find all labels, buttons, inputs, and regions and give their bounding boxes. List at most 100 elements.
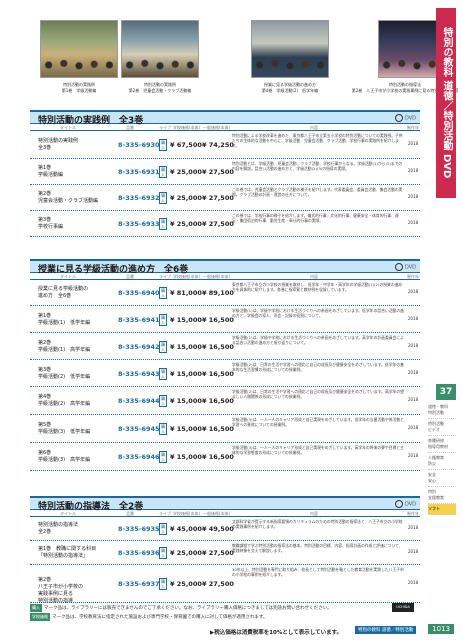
general-price: ¥ 49,500 xyxy=(202,525,234,533)
product-row[interactable]: 特別活動の指導法 全2巻 8-335-6935 購入 ¥ 45,000 ¥ 49,500… xyxy=(30,517,420,541)
production-year: 2018 xyxy=(408,342,419,348)
product-title: 第3巻 学級活動(2) 低学年編 xyxy=(38,366,91,380)
purchase-tag: 購入 xyxy=(30,604,42,612)
product-row[interactable]: 第2巻 学級活動(1) 高学年編 8-335-6942 購入 ¥ 15,000 ¥ 16… xyxy=(30,333,420,360)
product-description: 特別活動とは、学級活動、児童会活動、クラブ活動、学校行事からなる。学級活動(1)… xyxy=(232,161,403,172)
photo-strip: 特別活動の実践例 第1巻 学級活動編 特別活動の実践例 第2巻 児童会活動・クラ… xyxy=(6,20,458,106)
product-row[interactable]: 第1巻 教職に関する科目 「特別活動の指導法」 8-335-6936 購入 ¥ 25,… xyxy=(30,541,420,565)
dvd-badge: DVD xyxy=(394,500,416,508)
product-row[interactable]: 特別活動の実践例 全3巻 8-335-6930 購入 ¥ 67,500 ¥ 74,250… xyxy=(30,131,420,159)
school-price: ¥ 15,000 xyxy=(170,369,202,378)
purchase-badge: 購入 xyxy=(159,523,167,535)
disc-icon xyxy=(394,500,403,508)
page-number: 1013 xyxy=(428,624,454,634)
section-header: 特別活動の指導法 全2巻 DVD xyxy=(30,496,420,512)
side-index-item[interactable]: 各種研修 指導用教材 xyxy=(428,436,456,453)
product-row[interactable]: 第4巻 学級活動(2) 高学年編 8-335-6944 購入 ¥ 15,000 ¥ 16… xyxy=(30,387,420,415)
product-code: 8-335-6930 xyxy=(118,141,160,149)
general-price: ¥ 27,500 xyxy=(202,168,234,176)
production-year: 2018 xyxy=(408,141,419,146)
product-row[interactable]: 第5巻 学級活動(3) 低学年編 8-335-6945 購入 ¥ 15,000 ¥ 16… xyxy=(30,415,420,443)
product-code: 8-335-6941 xyxy=(118,315,160,324)
brand-logo: UCHIDA xyxy=(392,603,414,612)
footer-category-label: 特別の教科 道徳／特別活動 xyxy=(355,626,417,634)
product-description: 学級活動(2)は、日常の生活や学習への適応と自己の成長及び健康安全をめざしていま… xyxy=(232,389,404,400)
purchase-badge: 購入 xyxy=(159,367,167,380)
photo-classroom xyxy=(251,20,329,78)
production-year: 2018 xyxy=(408,289,419,294)
side-index-item[interactable]: 人権教育 防災 xyxy=(428,453,456,470)
product-description: 学級活動(2)は、日常の生活や学習への適応と自己の成長及び健康安全をめざしていま… xyxy=(232,362,404,373)
product-title: 第6巻 学級活動(3) 高学年編 xyxy=(38,450,91,463)
product-row[interactable]: 第3巻 学級活動(2) 低学年編 8-335-6943 購入 ¥ 15,000 ¥ 16… xyxy=(30,360,420,387)
purchase-badge: 購入 xyxy=(159,451,167,463)
production-year: 2018 xyxy=(408,453,419,458)
school-price: ¥ 25,000 xyxy=(170,168,202,176)
production-year: 2018 xyxy=(408,549,419,554)
product-row[interactable]: 第6巻 学級活動(3) 高学年編 8-335-6946 購入 ¥ 15,000 ¥ 16… xyxy=(30,443,420,471)
side-index-item[interactable]: 特別 支援教育 xyxy=(428,487,456,504)
general-price: ¥ 27,500 xyxy=(202,580,234,588)
product-description: 教職課程で学ぶ特別活動の指導法の基本。特別活動の目標、内容、指導計画の作成と評価… xyxy=(232,543,403,554)
footnote-1: マーク品は、ライブラリーには販売できませんのでご了承ください。なお、ライブラリー… xyxy=(44,606,332,611)
production-year: 2018 xyxy=(408,315,419,321)
product-title: 第1巻 学級活動(1) 低学年編 xyxy=(38,312,91,326)
product-title: 第1巻 学級活動編 xyxy=(38,165,64,178)
disc-icon xyxy=(394,114,403,122)
product-row[interactable]: 第1巻 学級活動編 8-335-6931 購入 ¥ 25,000 ¥ 27,500 特別活… xyxy=(30,159,420,185)
general-price: ¥ 16,500 xyxy=(202,342,234,351)
general-price: ¥ 16,500 xyxy=(202,453,234,461)
school-price: ¥ 15,000 xyxy=(170,425,202,433)
photo-caption: 授業に見る学級活動の進め方 第4巻 学級活動(2) 低学年編 xyxy=(261,82,319,93)
general-price: ¥ 27,500 xyxy=(202,549,234,557)
production-year: 2018 xyxy=(408,580,419,585)
product-title: 特別活動の指導法 全2巻 xyxy=(38,522,79,535)
disc-icon xyxy=(394,263,403,271)
side-page-number: 37 xyxy=(436,384,456,400)
school-price: ¥ 15,000 xyxy=(170,315,202,324)
side-index-item-active[interactable]: ソフト xyxy=(428,504,456,515)
footnote-2: マーク品は、学校教育法に指定された施設および専門学校・保育園での購入に対して価格… xyxy=(52,615,268,620)
production-year: 2018 xyxy=(408,525,419,530)
product-row[interactable]: 授業に見る学級活動の 進め方 全6巻 8-335-6940 購入 ¥ 81,000 ¥ … xyxy=(30,280,420,306)
photo-caption: 特別活動の実践例 第2巻 児童会活動・クラブ活動編 xyxy=(128,82,192,93)
product-row[interactable]: 第1巻 学級活動(1) 低学年編 8-335-6941 購入 ¥ 15,000 ¥ 16… xyxy=(30,306,420,333)
school-price-tag: 学校価格 xyxy=(30,613,50,621)
product-row[interactable]: 第2巻 児童会活動・クラブ活動編 8-335-6932 購入 ¥ 25,000 ¥ 27… xyxy=(30,185,420,211)
product-code: 8-335-6943 xyxy=(118,369,160,378)
purchase-badge: 購入 xyxy=(159,218,167,230)
product-title: 第2巻 児童会活動・クラブ活動編 xyxy=(38,191,99,204)
side-index-item[interactable]: 安全 安心 xyxy=(428,470,456,487)
production-year: 2018 xyxy=(408,168,419,173)
general-price: ¥ 16,500 xyxy=(202,369,234,378)
general-price: ¥ 16,500 xyxy=(202,425,234,433)
product-code: 8-335-6933 xyxy=(118,220,160,228)
production-year: 2018 xyxy=(408,425,419,430)
school-price: ¥ 15,000 xyxy=(170,453,202,461)
product-title: 授業に見る学級活動の 進め方 全6巻 xyxy=(38,286,89,299)
general-price: ¥ 74,250 xyxy=(202,141,234,149)
product-code: 8-335-6945 xyxy=(118,425,160,433)
product-title: 第2巻 学級活動(1) 高学年編 xyxy=(38,339,91,353)
production-year: 2018 xyxy=(408,220,419,225)
tax-note: ▶税込価格は消費税率を10%として表示しています。 xyxy=(210,630,343,636)
product-row[interactable]: 第2巻 八王子市が小学校の 実践事例に見る 特別活動の指導 8-335-6937 購… xyxy=(30,565,420,604)
side-index-item[interactable]: 特別活動 ビデオ xyxy=(428,419,456,436)
section-header: 授業に見る学級活動の進め方 全6巻 DVD xyxy=(30,259,420,275)
section-header: 特別活動の実践例 全3巻 DVD xyxy=(30,110,420,126)
side-index-item[interactable]: 道徳・教科 特別活動 xyxy=(428,402,456,419)
purchase-badge: 購入 xyxy=(159,395,167,407)
production-year: 2018 xyxy=(408,194,419,199)
product-description: 30年以上、特別活動を専門に取り組み、校長として特別活動を軸とした教育活動を実践… xyxy=(232,567,404,578)
school-price: ¥ 25,000 xyxy=(170,220,202,228)
general-price: ¥ 27,500 xyxy=(202,220,234,228)
school-price: ¥ 15,000 xyxy=(170,342,202,351)
photo-caption: 特別活動の実践例 第1巻 学級活動編 xyxy=(61,82,97,93)
product-description: 学級活動(3)は、一人一人のキャリア形成と自己実現をめざしています。低学年の当番… xyxy=(232,417,404,428)
dvd-badge: DVD xyxy=(394,263,416,271)
product-code: 8-335-6940 xyxy=(118,289,160,297)
school-price: ¥ 67,500 xyxy=(170,141,202,149)
product-code: 8-335-6942 xyxy=(118,342,160,351)
product-row[interactable]: 第3巻 学校行事編 8-335-6933 購入 ¥ 25,000 ¥ 27,500 この巻… xyxy=(30,211,420,237)
product-code: 8-335-6931 xyxy=(118,168,160,176)
